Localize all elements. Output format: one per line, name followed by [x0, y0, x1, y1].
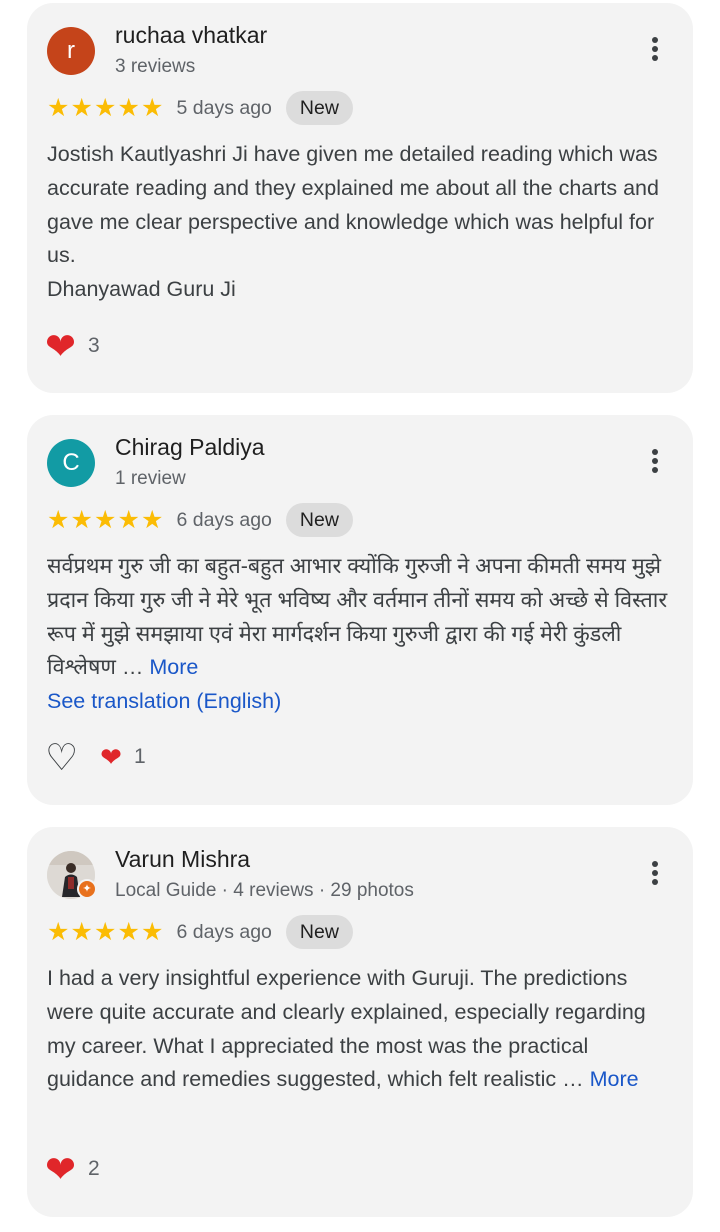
review-card: C Chirag Paldiya 1 review ★ ★ ★ ★ ★ 6 days a…: [27, 415, 693, 805]
star-icon: ★: [47, 505, 70, 534]
review-text: Jostish Kautlyashri Ji have given me det…: [47, 138, 677, 307]
reaction-count: 1: [133, 745, 146, 768]
rating-row: ★ ★ ★ ★ ★ 5 days ago New: [47, 91, 353, 125]
heart-outline-icon[interactable]: ♡: [45, 739, 78, 776]
more-vert-icon[interactable]: [643, 35, 667, 67]
rating-row: ★ ★ ★ ★ ★ 6 days ago New: [47, 915, 353, 949]
more-link[interactable]: More: [149, 655, 198, 679]
more-vert-icon[interactable]: [643, 447, 667, 479]
review-paragraph: सर्वप्रथम गुरु जी का बहुत-बहुत आभार क्यो…: [47, 554, 668, 680]
new-badge: New: [285, 915, 353, 949]
reviewer-name[interactable]: Chirag Paldiya: [115, 434, 265, 461]
star-icon: ★: [117, 505, 140, 534]
star-icon: ★: [47, 917, 70, 946]
star-icon: ★: [141, 93, 164, 122]
star-icon: ★: [47, 93, 70, 122]
star-icon: ★: [94, 93, 117, 122]
new-badge: New: [285, 503, 353, 537]
reviewer-name[interactable]: ruchaa vhatkar: [115, 22, 267, 49]
star-icon: ★: [70, 505, 93, 534]
review-text: I had a very insightful experience with …: [47, 962, 677, 1097]
review-time: 5 days ago: [176, 96, 272, 119]
rating-row: ★ ★ ★ ★ ★ 6 days ago New: [47, 503, 353, 537]
star-icon: ★: [141, 917, 164, 946]
review-time: 6 days ago: [176, 920, 272, 943]
review-paragraph: Dhanyawad Guru Ji: [47, 277, 236, 302]
reviewer-meta: 3 reviews: [115, 56, 196, 77]
avatar[interactable]: r: [47, 27, 95, 75]
reaction-count: 2: [88, 1157, 100, 1180]
heart-icon[interactable]: ❤: [45, 328, 76, 365]
star-icon: ★: [70, 917, 93, 946]
star-rating: ★ ★ ★ ★ ★: [47, 93, 165, 122]
reviewer-name[interactable]: Varun Mishra: [115, 846, 250, 873]
star-rating: ★ ★ ★ ★ ★: [47, 917, 165, 946]
review-paragraph: Jostish Kautlyashri Ji have given me det…: [47, 142, 659, 268]
more-link[interactable]: More: [590, 1067, 639, 1091]
reactions-row: ♡ ❤ 1: [45, 737, 146, 777]
star-icon: ★: [117, 93, 140, 122]
review-card: r ruchaa vhatkar 3 reviews ★ ★ ★ ★ ★ 5 days …: [27, 3, 693, 393]
reactions-row: ❤ 3: [45, 326, 100, 366]
star-rating: ★ ★ ★ ★ ★: [47, 505, 165, 534]
reactions-row: ❤ 2: [45, 1149, 100, 1189]
star-icon: ★: [94, 917, 117, 946]
reaction-count: 3: [88, 334, 100, 357]
star-icon: ★: [141, 505, 164, 534]
local-guide-badge-icon: ✦: [77, 879, 97, 899]
review-time: 6 days ago: [176, 508, 272, 531]
heart-icon[interactable]: ❤: [45, 1151, 76, 1188]
more-vert-icon[interactable]: [643, 859, 667, 891]
review-card: ✦ Varun Mishra Local Guide · 4 reviews ·…: [27, 827, 693, 1217]
review-text: सर्वप्रथम गुरु जी का बहुत-बहुत आभार क्यो…: [47, 550, 677, 719]
new-badge: New: [285, 91, 353, 125]
avatar[interactable]: C: [47, 439, 95, 487]
star-icon: ★: [117, 917, 140, 946]
reviewer-meta: Local Guide · 4 reviews · 29 photos: [115, 880, 414, 901]
star-icon: ★: [94, 505, 117, 534]
reviewer-meta: 1 review: [115, 468, 186, 489]
see-translation-link[interactable]: See translation (English): [47, 685, 677, 719]
heart-icon[interactable]: ❤: [100, 744, 122, 770]
star-icon: ★: [70, 93, 93, 122]
review-paragraph: I had a very insightful experience with …: [47, 966, 646, 1092]
